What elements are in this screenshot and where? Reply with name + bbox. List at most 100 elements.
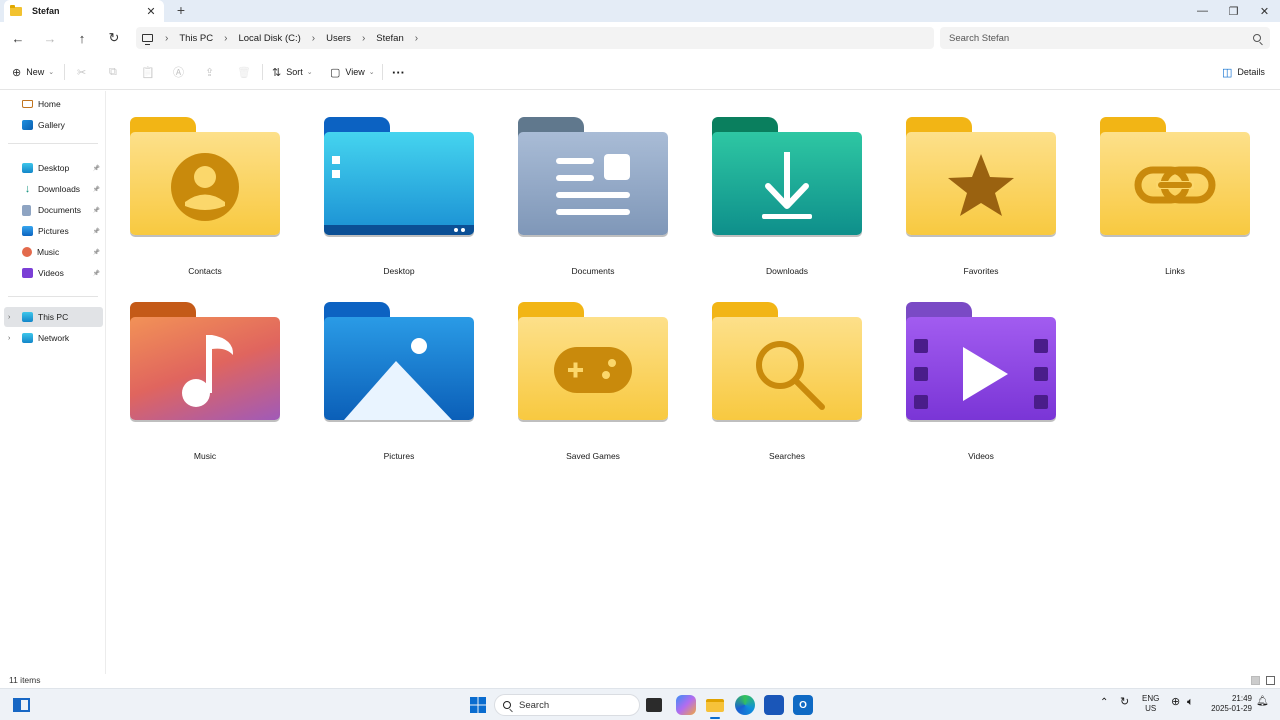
folder-links[interactable]: Links xyxy=(1077,91,1250,276)
chevron-down-icon: ⌄ xyxy=(368,69,375,76)
new-tab-button[interactable]: + xyxy=(172,2,190,18)
pin-icon[interactable]: 📌 xyxy=(93,270,100,277)
back-button[interactable]: ← xyxy=(9,29,27,47)
taskbar-search[interactable]: Search xyxy=(494,694,640,716)
folder-grid: Contacts Desktop Documents Downloads Fav… xyxy=(107,91,1280,674)
tab-close-button[interactable]: ✕ xyxy=(144,5,158,18)
gallery-icon xyxy=(22,120,33,130)
minimize-button[interactable]: — xyxy=(1187,0,1218,22)
pin-icon[interactable]: 📌 xyxy=(93,207,100,214)
maximize-button[interactable]: ❐ xyxy=(1218,0,1249,22)
more-options-button[interactable]: ··· xyxy=(392,64,405,80)
details-button[interactable]: ◫ Details xyxy=(1222,64,1265,80)
language-indicator[interactable]: ENG US xyxy=(1142,694,1159,714)
sync-icon[interactable]: ↻ xyxy=(1120,697,1129,708)
star-icon xyxy=(906,117,1056,235)
view-button[interactable]: ▢ View ⌄ xyxy=(330,64,375,80)
nav-downloads[interactable]: ↓ Downloads 📌 xyxy=(4,179,103,199)
folder-label: Desktop xyxy=(383,266,415,276)
breadcrumb-this-pc[interactable]: This PC xyxy=(179,33,213,44)
details-label: Details xyxy=(1237,67,1265,77)
task-view-icon[interactable] xyxy=(646,698,662,712)
delete-button[interactable]: 🗑 xyxy=(237,64,256,80)
sort-button[interactable]: ⇅ Sort ⌄ xyxy=(272,64,313,80)
start-button[interactable] xyxy=(468,695,488,715)
refresh-button[interactable]: ↻ xyxy=(105,29,123,47)
widgets-icon[interactable] xyxy=(11,695,31,715)
breadcrumb-stefan[interactable]: Stefan xyxy=(376,33,403,44)
search-input[interactable]: Search Stefan xyxy=(949,33,1253,44)
folder-searches[interactable]: Searches xyxy=(689,276,862,461)
file-explorer-icon[interactable] xyxy=(705,695,725,715)
computer-icon xyxy=(142,34,153,45)
pin-icon[interactable]: 📌 xyxy=(93,186,100,193)
tiles-view-button[interactable] xyxy=(1266,676,1275,685)
chevron-right-icon[interactable]: › xyxy=(8,335,10,342)
volume-icon[interactable]: 🔈︎ xyxy=(1187,697,1194,708)
documents-icon xyxy=(518,117,668,235)
breadcrumb-separator[interactable]: › xyxy=(362,33,365,44)
tab-stefan[interactable]: Stefan ✕ xyxy=(4,0,164,22)
folder-saved-games[interactable]: Saved Games xyxy=(495,276,668,461)
breadcrumb-separator[interactable]: › xyxy=(224,33,227,44)
pin-icon[interactable]: 📌 xyxy=(93,228,100,235)
nav-label: Gallery xyxy=(38,120,65,130)
tray-chevron-icon[interactable]: ⌃ xyxy=(1100,698,1108,708)
pin-icon[interactable]: 📌 xyxy=(93,165,100,172)
sort-icon: ⇅ xyxy=(272,66,282,79)
copy-button[interactable]: ⧉ xyxy=(109,64,122,80)
nav-documents[interactable]: Documents 📌 xyxy=(4,200,103,220)
breadcrumb-users[interactable]: Users xyxy=(326,33,351,44)
breadcrumb-separator[interactable]: › xyxy=(415,33,418,44)
up-button[interactable]: ↑ xyxy=(73,29,91,47)
chevron-right-icon[interactable]: › xyxy=(8,314,10,321)
close-window-button[interactable]: ✕ xyxy=(1249,0,1280,22)
nav-desktop[interactable]: Desktop 📌 xyxy=(4,158,103,178)
rename-button[interactable]: Ⓐ xyxy=(173,64,189,80)
folder-icon xyxy=(10,4,22,16)
status-bar: 11 items xyxy=(0,674,1280,688)
network-icon[interactable]: ⊕ xyxy=(1171,697,1180,708)
nav-videos[interactable]: Videos 📌 xyxy=(4,263,103,283)
details-view-button[interactable] xyxy=(1251,676,1260,685)
share-button[interactable]: ⇪ xyxy=(205,64,219,80)
rename-icon: Ⓐ xyxy=(173,67,184,79)
address-bar[interactable]: › This PC › Local Disk (C:) › Users › St… xyxy=(136,27,934,49)
folder-downloads[interactable]: Downloads xyxy=(689,91,862,276)
region-code: US xyxy=(1145,704,1157,713)
folder-videos[interactable]: Videos xyxy=(883,276,1056,461)
plus-circle-icon: ⊕ xyxy=(12,66,22,79)
nav-network[interactable]: › Network xyxy=(4,328,103,348)
notification-bell-icon[interactable]: 🔔︎ xyxy=(1256,697,1269,707)
cut-button[interactable]: ✂ xyxy=(77,64,91,80)
breadcrumb-separator[interactable]: › xyxy=(312,33,315,44)
store-icon[interactable] xyxy=(764,695,784,715)
nav-label: Network xyxy=(38,333,70,343)
folder-favorites[interactable]: Favorites xyxy=(883,91,1056,276)
folder-desktop[interactable]: Desktop xyxy=(301,91,474,276)
nav-this-pc[interactable]: › This PC xyxy=(4,307,103,327)
search-icon xyxy=(1253,34,1261,42)
folder-pictures[interactable]: Pictures xyxy=(301,276,474,461)
folder-documents[interactable]: Documents xyxy=(495,91,668,276)
view-icon: ▢ xyxy=(330,66,341,79)
nav-label: Videos xyxy=(38,268,64,278)
outlook-icon[interactable]: O xyxy=(793,695,813,715)
breadcrumb-local-disk[interactable]: Local Disk (C:) xyxy=(238,33,300,44)
nav-pictures[interactable]: Pictures 📌 xyxy=(4,221,103,241)
edge-icon[interactable] xyxy=(735,695,755,715)
pin-icon[interactable]: 📌 xyxy=(93,249,100,256)
nav-gallery[interactable]: Gallery xyxy=(4,115,103,135)
copilot-icon[interactable] xyxy=(676,695,696,715)
nav-music[interactable]: Music 📌 xyxy=(4,242,103,262)
folder-contacts[interactable]: Contacts xyxy=(107,91,280,276)
breadcrumb-separator[interactable]: › xyxy=(165,33,168,44)
paste-button[interactable]: 📋 xyxy=(141,64,160,80)
scissors-icon: ✂ xyxy=(77,66,87,79)
search-box[interactable]: Search Stefan xyxy=(940,27,1270,49)
clock[interactable]: 21:49 2025-01-29 xyxy=(1208,694,1252,714)
folder-music[interactable]: Music xyxy=(107,276,280,461)
nav-home[interactable]: Home xyxy=(4,94,103,114)
new-button[interactable]: ⊕ New ⌄ xyxy=(12,64,54,80)
forward-button[interactable]: → xyxy=(41,29,59,47)
